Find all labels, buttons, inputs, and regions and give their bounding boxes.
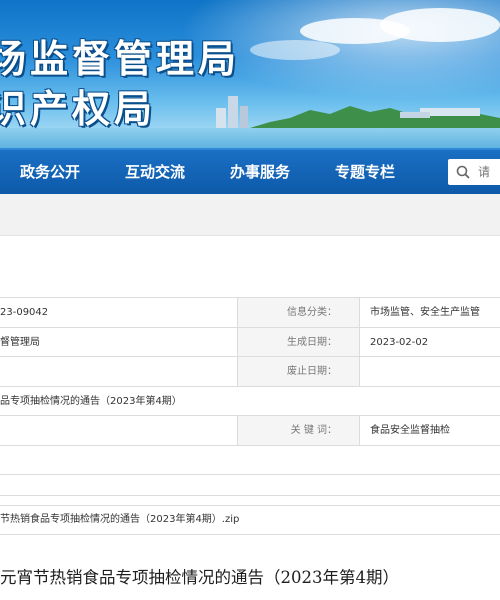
nav-item-services[interactable]: 办事服务 — [230, 150, 290, 194]
info-row: 品专项抽检情况的通告（2023年第4期） — [0, 385, 500, 416]
nav-item-government-affairs[interactable]: 政务公开 — [20, 150, 80, 194]
info-row: 废止日期： — [0, 356, 500, 386]
publisher-value: 督管理局 — [0, 327, 238, 356]
category-label: 信息分类： — [238, 298, 360, 327]
expiry-date-label: 废止日期： — [238, 357, 360, 386]
empty-cell — [0, 416, 238, 445]
index-number-value: 23-09042 — [0, 298, 238, 327]
attachment-link[interactable]: 节热销食品专项抽检情况的通告（2023年第4期）.zip — [0, 514, 239, 525]
site-title-line2: 识产权局 — [0, 87, 157, 131]
article-title: 元宵节热销食品专项抽检情况的通告（2023年第4期） — [0, 568, 399, 587]
site-title-line1: 场监督管理局 — [0, 37, 241, 81]
created-date-label: 生成日期： — [238, 327, 360, 356]
nav-item-interaction[interactable]: 互动交流 — [125, 150, 185, 194]
document-info-table: 23-09042 信息分类： 市场监管、安全生产监管 督管理局 生成日期： 20… — [0, 297, 500, 496]
created-date-value: 2023-02-02 — [370, 336, 429, 348]
search-input[interactable] — [478, 165, 500, 179]
info-row: 关 键 词： 食品安全监督抽检 — [0, 415, 500, 445]
keywords-label: 关 键 词： — [238, 416, 360, 445]
attachment-row: 节热销食品专项抽检情况的通告（2023年第4期）.zip — [0, 505, 500, 535]
empty-cell — [0, 357, 238, 386]
header-banner: 场监督管理局 识产权局 — [0, 0, 500, 148]
keywords-value: 食品安全监督抽检 — [370, 425, 450, 436]
breadcrumb-band — [0, 194, 500, 236]
category-value: 市场监管、安全生产监管 — [370, 307, 480, 318]
nav-item-special-topics[interactable]: 专题专栏 — [335, 150, 395, 194]
expiry-date-value — [370, 357, 500, 386]
info-row — [0, 474, 500, 496]
info-row: 23-09042 信息分类： 市场监管、安全生产监管 — [0, 297, 500, 327]
document-name-value: 品专项抽检情况的通告（2023年第4期） — [0, 395, 182, 407]
search-box[interactable] — [448, 159, 500, 185]
main-nav: 政务公开 互动交流 办事服务 专题专栏 — [0, 148, 500, 194]
info-row: 督管理局 生成日期： 2023-02-02 — [0, 326, 500, 356]
info-row — [0, 444, 500, 475]
banner-cloud — [380, 8, 500, 42]
banner-cloud — [250, 40, 340, 60]
search-icon[interactable] — [456, 165, 470, 179]
